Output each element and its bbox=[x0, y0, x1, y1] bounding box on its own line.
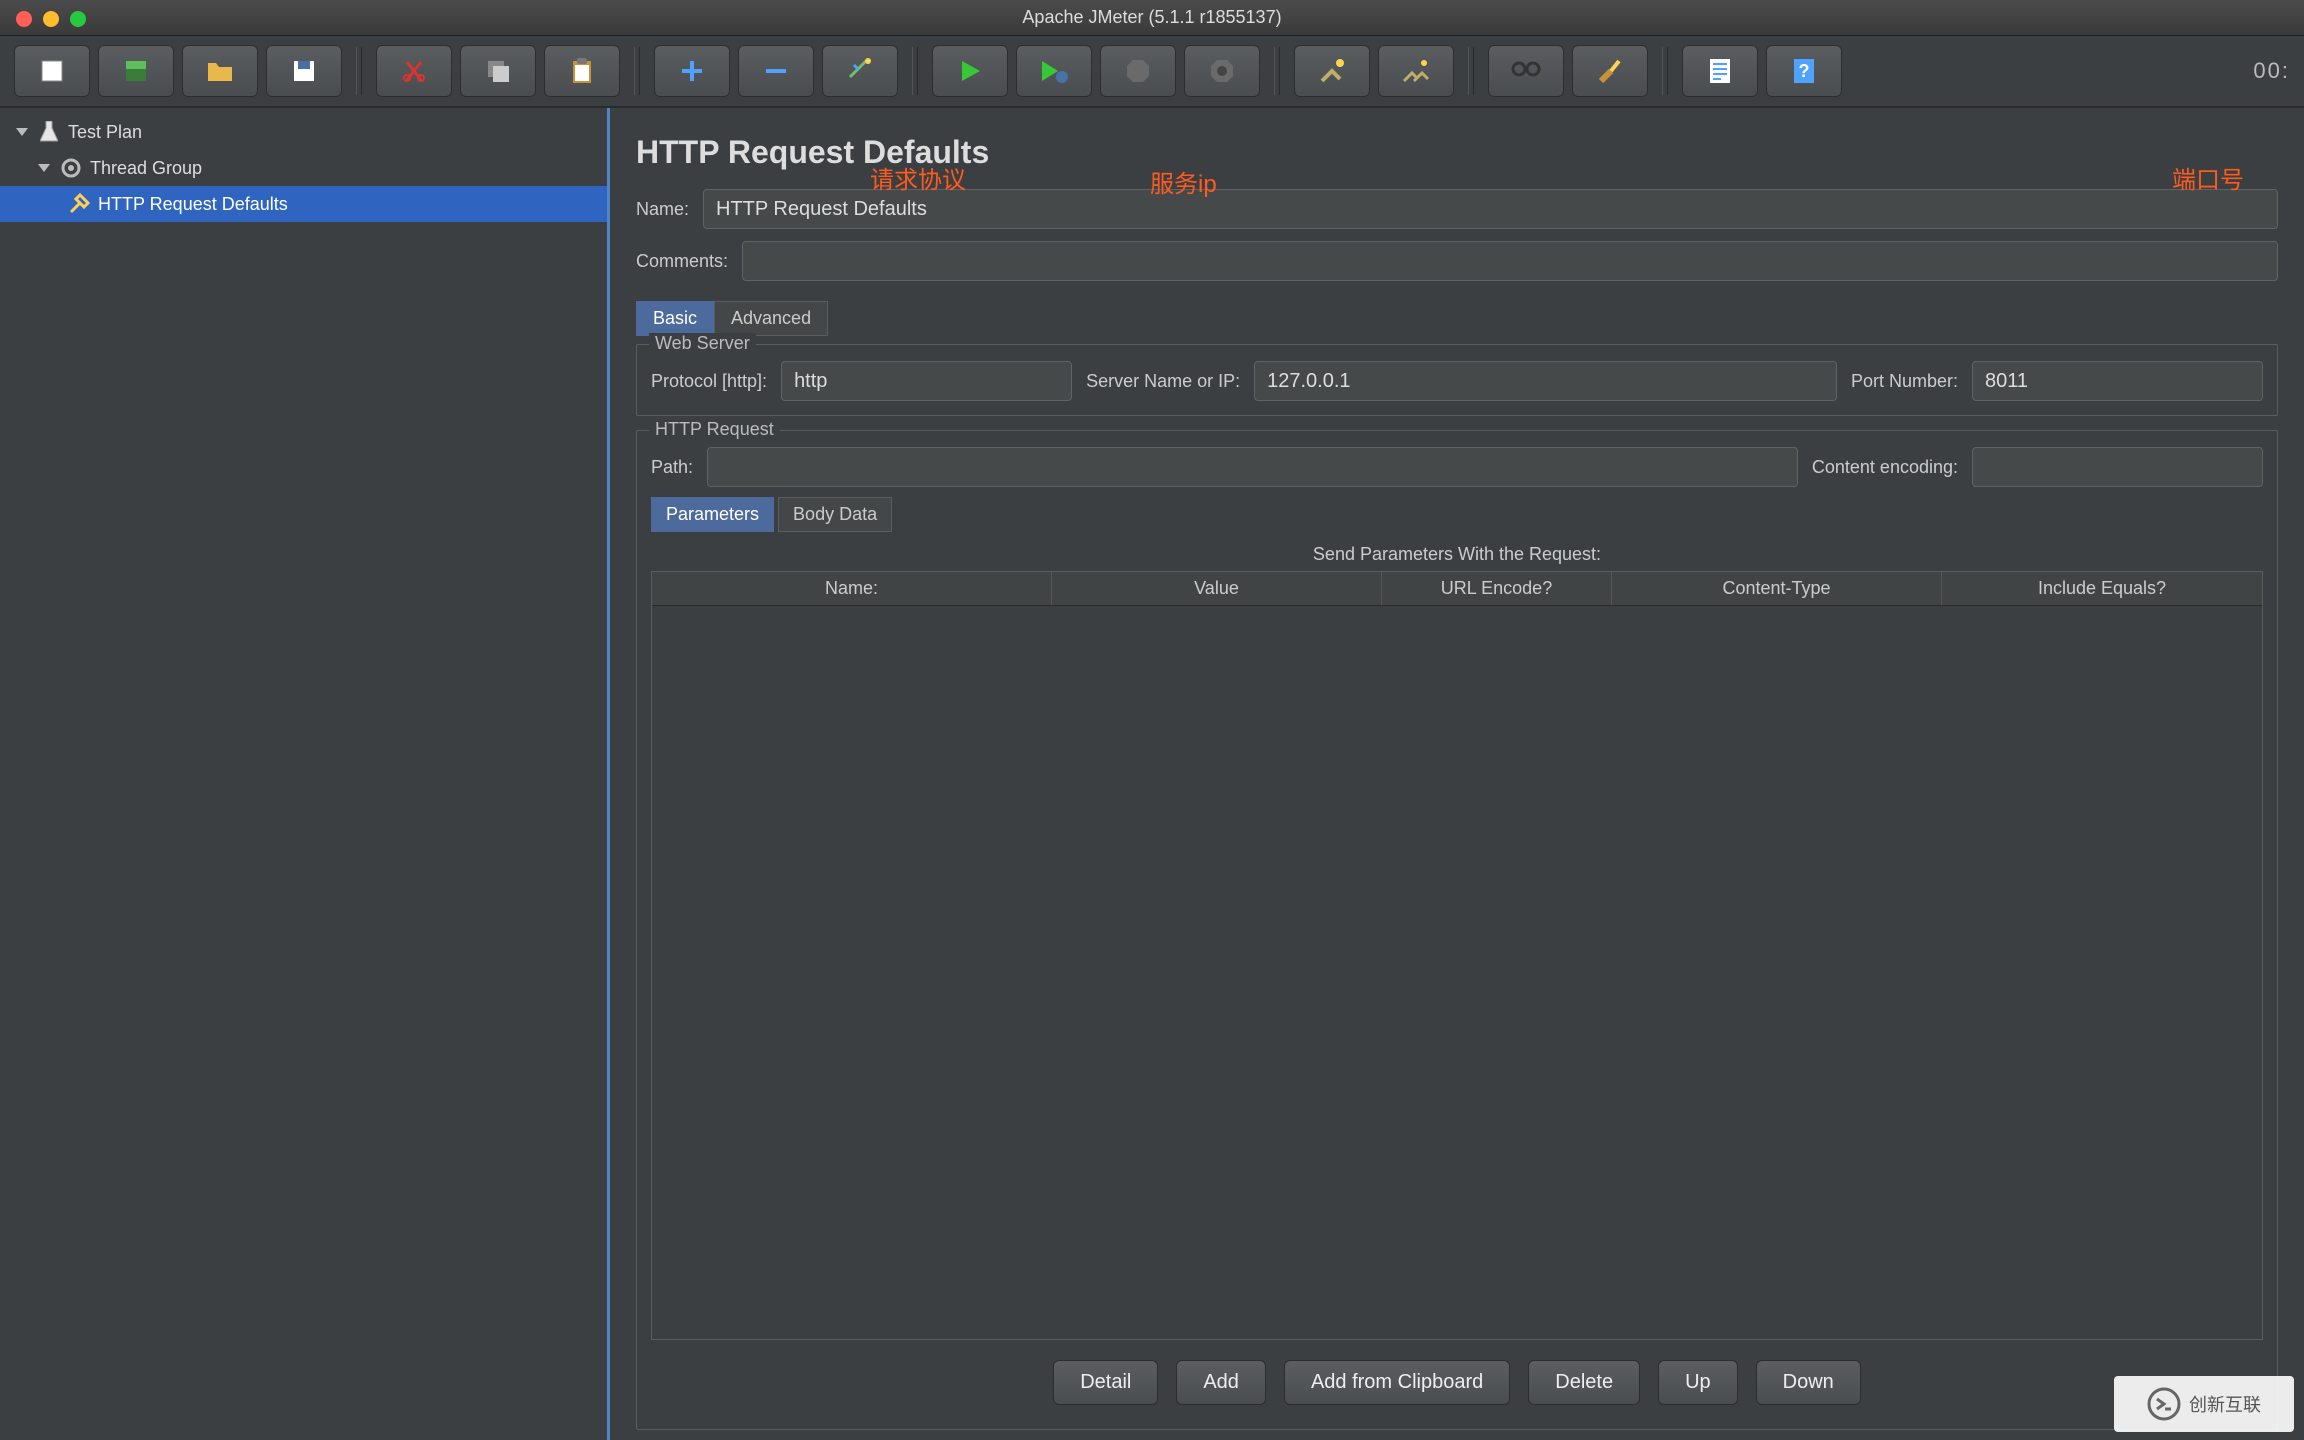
tree-label: HTTP Request Defaults bbox=[98, 194, 288, 215]
params-tbody[interactable] bbox=[652, 606, 2262, 1339]
minimize-icon[interactable] bbox=[43, 11, 59, 27]
watermark: 创新互联 bbox=[2114, 1376, 2294, 1432]
save-button[interactable] bbox=[266, 45, 342, 97]
reset-search-button[interactable] bbox=[1572, 45, 1648, 97]
tree-node-http-defaults[interactable]: HTTP Request Defaults bbox=[0, 186, 607, 222]
web-server-legend: Web Server bbox=[649, 333, 756, 354]
param-tabs: Parameters Body Data bbox=[651, 497, 2263, 532]
up-button[interactable]: Up bbox=[1658, 1360, 1738, 1405]
titlebar: Apache JMeter (5.1.1 r1855137) bbox=[0, 0, 2304, 36]
toolbar-separator bbox=[1662, 47, 1668, 95]
gear-icon bbox=[60, 157, 82, 179]
tree-label: Test Plan bbox=[68, 122, 142, 143]
add-from-clipboard-button[interactable]: Add from Clipboard bbox=[1284, 1360, 1510, 1405]
params-header: Send Parameters With the Request: bbox=[651, 544, 2263, 565]
params-table[interactable]: Name: Value URL Encode? Content-Type Inc… bbox=[651, 571, 2263, 1340]
tab-basic[interactable]: Basic bbox=[636, 301, 714, 336]
name-row: Name: bbox=[636, 189, 2278, 229]
add-button[interactable] bbox=[654, 45, 730, 97]
function-helper-button[interactable] bbox=[1682, 45, 1758, 97]
path-label: Path: bbox=[651, 457, 693, 478]
protocol-label: Protocol [http]: bbox=[651, 371, 767, 392]
toolbar-separator bbox=[1468, 47, 1474, 95]
config-panel: 请求协议 服务ip 端口号 HTTP Request Defaults Name… bbox=[610, 108, 2304, 1440]
start-button[interactable] bbox=[932, 45, 1008, 97]
clear-all-button[interactable] bbox=[1378, 45, 1454, 97]
server-label: Server Name or IP: bbox=[1086, 371, 1240, 392]
col-name[interactable]: Name: bbox=[652, 572, 1052, 605]
test-plan-tree[interactable]: Test Plan Thread Group HTTP Request Defa… bbox=[0, 108, 610, 1440]
toolbar-separator bbox=[634, 47, 640, 95]
detail-button[interactable]: Detail bbox=[1053, 1360, 1158, 1405]
tree-node-test-plan[interactable]: Test Plan bbox=[0, 114, 607, 150]
annotation-server: 服务ip bbox=[1150, 164, 1217, 199]
annotation-protocol: 请求协议 bbox=[870, 160, 966, 195]
tree-label: Thread Group bbox=[90, 158, 202, 179]
annotation-port: 端口号 bbox=[2172, 160, 2244, 195]
elapsed-time: 00: bbox=[2253, 58, 2290, 84]
server-input[interactable] bbox=[1254, 361, 1837, 401]
port-input[interactable] bbox=[1972, 361, 2263, 401]
http-request-fieldset: HTTP Request Path: Content encoding: Par… bbox=[636, 430, 2278, 1430]
shutdown-button[interactable] bbox=[1184, 45, 1260, 97]
encoding-input[interactable] bbox=[1972, 447, 2263, 487]
start-no-timers-button[interactable] bbox=[1016, 45, 1092, 97]
paste-button[interactable] bbox=[544, 45, 620, 97]
window-controls bbox=[16, 11, 86, 27]
copy-button[interactable] bbox=[460, 45, 536, 97]
body: Test Plan Thread Group HTTP Request Defa… bbox=[0, 108, 2304, 1440]
expand-toggle-icon[interactable] bbox=[38, 164, 50, 172]
toolbar-separator bbox=[356, 47, 362, 95]
col-content-type[interactable]: Content-Type bbox=[1612, 572, 1942, 605]
expand-toggle-icon[interactable] bbox=[16, 128, 28, 136]
comments-input[interactable] bbox=[742, 241, 2278, 281]
maximize-icon[interactable] bbox=[70, 11, 86, 27]
watermark-text: 创新互联 bbox=[2189, 1391, 2261, 1417]
tab-advanced[interactable]: Advanced bbox=[714, 301, 828, 336]
params-buttons: Detail Add Add from Clipboard Delete Up … bbox=[651, 1360, 2263, 1415]
config-tabs: Basic Advanced bbox=[636, 301, 2278, 336]
cut-button[interactable] bbox=[376, 45, 452, 97]
toolbar: ? 00: bbox=[0, 36, 2304, 108]
open-button[interactable] bbox=[182, 45, 258, 97]
stop-button[interactable] bbox=[1100, 45, 1176, 97]
search-button[interactable] bbox=[1488, 45, 1564, 97]
wrench-icon bbox=[68, 193, 90, 215]
col-include-equals[interactable]: Include Equals? bbox=[1942, 572, 2262, 605]
help-button[interactable]: ? bbox=[1766, 45, 1842, 97]
flask-icon bbox=[38, 121, 60, 143]
toggle-button[interactable] bbox=[822, 45, 898, 97]
encoding-label: Content encoding: bbox=[1812, 457, 1958, 478]
svg-text:?: ? bbox=[1799, 61, 1810, 81]
templates-button[interactable] bbox=[98, 45, 174, 97]
comments-row: Comments: bbox=[636, 241, 2278, 281]
toolbar-separator bbox=[912, 47, 918, 95]
remove-button[interactable] bbox=[738, 45, 814, 97]
web-server-fieldset: Web Server Protocol [http]: Server Name … bbox=[636, 344, 2278, 416]
window-title: Apache JMeter (5.1.1 r1855137) bbox=[1022, 7, 1281, 28]
add-param-button[interactable]: Add bbox=[1176, 1360, 1266, 1405]
col-value[interactable]: Value bbox=[1052, 572, 1382, 605]
down-button[interactable]: Down bbox=[1756, 1360, 1861, 1405]
col-url-encode[interactable]: URL Encode? bbox=[1382, 572, 1612, 605]
http-request-legend: HTTP Request bbox=[649, 419, 780, 440]
tab-body-data[interactable]: Body Data bbox=[778, 497, 892, 532]
name-label: Name: bbox=[636, 199, 689, 220]
comments-label: Comments: bbox=[636, 251, 728, 272]
tab-parameters[interactable]: Parameters bbox=[651, 497, 774, 532]
toolbar-separator bbox=[1274, 47, 1280, 95]
port-label: Port Number: bbox=[1851, 371, 1958, 392]
clear-button[interactable] bbox=[1294, 45, 1370, 97]
delete-param-button[interactable]: Delete bbox=[1528, 1360, 1640, 1405]
path-input[interactable] bbox=[707, 447, 1798, 487]
params-thead: Name: Value URL Encode? Content-Type Inc… bbox=[652, 572, 2262, 606]
name-input[interactable] bbox=[703, 189, 2278, 229]
protocol-input[interactable] bbox=[781, 361, 1072, 401]
tree-node-thread-group[interactable]: Thread Group bbox=[0, 150, 607, 186]
close-icon[interactable] bbox=[16, 11, 32, 27]
watermark-icon bbox=[2147, 1387, 2181, 1421]
new-button[interactable] bbox=[14, 45, 90, 97]
